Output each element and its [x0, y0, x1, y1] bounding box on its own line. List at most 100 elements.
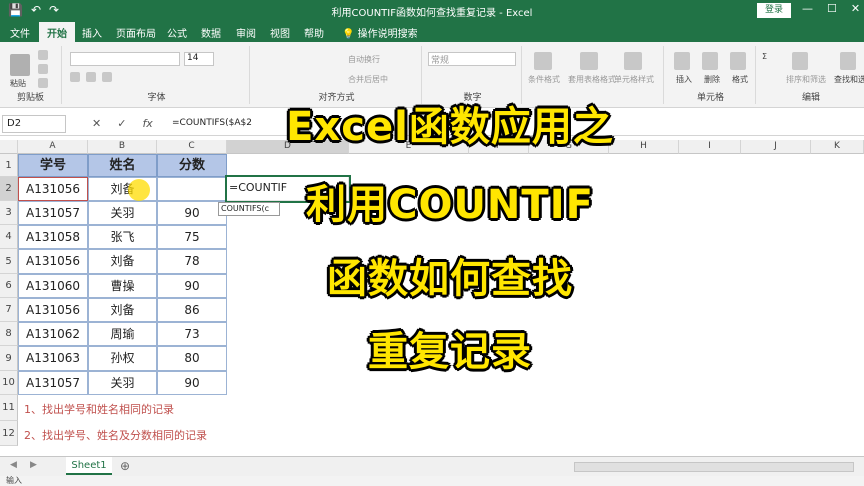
name-box[interactable]: D2 [2, 115, 66, 133]
table-cell[interactable]: 刘备 [88, 298, 157, 322]
column-header-c[interactable]: C [157, 140, 227, 154]
table-cell[interactable]: A131056 [18, 298, 88, 322]
cell-styles-icon[interactable] [624, 52, 642, 70]
table-cell[interactable]: A131056 [18, 177, 88, 201]
sum-icon[interactable]: Σ [762, 52, 767, 61]
row-header-4[interactable]: 4 [0, 225, 18, 249]
cut-icon[interactable] [38, 50, 48, 60]
table-cell[interactable]: 曹操 [88, 274, 157, 298]
table-cell[interactable]: 刘备 [88, 249, 157, 274]
row-header-5[interactable]: 5 [0, 249, 18, 274]
conditional-format-icon[interactable] [534, 52, 552, 70]
row-header-8[interactable]: 8 [0, 322, 18, 346]
column-header-a[interactable]: A [18, 140, 88, 154]
minimize-icon[interactable]: — [802, 2, 813, 15]
table-cell[interactable]: A131056 [18, 249, 88, 274]
row-header-9[interactable]: 9 [0, 346, 18, 371]
editing-group: Σ 排序和筛选 查找和选择 编辑 [758, 46, 864, 104]
copy-icon[interactable] [38, 64, 48, 74]
format-cells-icon[interactable] [730, 52, 746, 70]
ribbon-tabs: 文件 开始 插入 页面布局 公式 数据 审阅 视图 帮助 💡 操作说明搜索 [0, 22, 864, 42]
table-cell[interactable]: 张飞 [88, 225, 157, 249]
tab-home[interactable]: 开始 [39, 22, 75, 42]
wrap-text-button[interactable]: 自动换行 [348, 54, 380, 65]
cell-styles-label: 单元格样式 [614, 75, 654, 84]
editing-group-label: 编辑 [801, 93, 820, 103]
header-score[interactable]: 分数 [157, 154, 227, 177]
table-cell[interactable]: A131057 [18, 371, 88, 395]
tell-me-search[interactable]: 💡 操作说明搜索 [342, 25, 418, 40]
cancel-icon[interactable]: ✕ [92, 117, 101, 130]
horizontal-scrollbar[interactable] [574, 462, 854, 472]
tab-review[interactable]: 审阅 [236, 25, 256, 40]
format-as-table-icon[interactable] [580, 52, 598, 70]
header-student-id[interactable]: 学号 [18, 154, 88, 177]
table-cell[interactable]: A131057 [18, 201, 88, 225]
table-cell[interactable]: 90 [157, 274, 227, 298]
table-cell[interactable]: 86 [157, 298, 227, 322]
paste-icon[interactable] [10, 54, 30, 76]
row-header-6[interactable]: 6 [0, 274, 18, 298]
row-header-2[interactable]: 2 [0, 177, 18, 201]
row-header-12[interactable]: 12 [0, 421, 18, 446]
tab-data[interactable]: 数据 [201, 25, 221, 40]
table-cell[interactable]: 90 [157, 371, 227, 395]
number-format-select[interactable]: 常规 [428, 52, 516, 66]
table-cell[interactable]: 周瑜 [88, 322, 157, 346]
tab-view[interactable]: 视图 [270, 25, 290, 40]
font-size-select[interactable]: 14 [184, 52, 214, 66]
table-cell[interactable]: A131063 [18, 346, 88, 371]
table-cell[interactable]: 73 [157, 322, 227, 346]
tab-file[interactable]: 文件 [10, 25, 30, 40]
next-sheet-icon[interactable]: ▶ [30, 460, 37, 470]
insert-cells-label: 插入 [676, 75, 692, 84]
column-header-i[interactable]: I [679, 140, 741, 154]
table-cell[interactable]: A131060 [18, 274, 88, 298]
formula-bar-icons: ✕ ✓ fx [92, 117, 153, 130]
font-name-select[interactable] [70, 52, 180, 66]
row-header-3[interactable]: 3 [0, 201, 18, 225]
merge-center-button[interactable]: 合并后居中 [348, 74, 388, 85]
underline-icon[interactable] [102, 72, 112, 82]
login-button[interactable]: 登录 [757, 3, 791, 18]
add-sheet-icon[interactable]: ⊕ [120, 459, 130, 473]
close-icon[interactable]: ✕ [851, 2, 860, 15]
table-cell[interactable]: 90 [157, 201, 227, 225]
column-header-j[interactable]: J [741, 140, 811, 154]
format-painter-icon[interactable] [38, 78, 48, 88]
bold-icon[interactable] [70, 72, 80, 82]
table-cell[interactable]: A131062 [18, 322, 88, 346]
select-all-corner[interactable] [0, 140, 18, 154]
sheet-tab-sheet1[interactable]: Sheet1 [66, 457, 112, 475]
table-cell[interactable]: 关羽 [88, 371, 157, 395]
tab-insert[interactable]: 插入 [82, 25, 102, 40]
table-cell[interactable]: 78 [157, 249, 227, 274]
maximize-icon[interactable]: ☐ [827, 2, 837, 15]
row-header-1[interactable]: 1 [0, 154, 18, 177]
sort-filter-icon[interactable] [792, 52, 808, 70]
table-cell[interactable]: 75 [157, 225, 227, 249]
tab-formulas[interactable]: 公式 [167, 25, 187, 40]
find-select-icon[interactable] [840, 52, 856, 70]
note-2: 2、找出学号、姓名及分数相同的记录 [24, 429, 207, 442]
row-header-10[interactable]: 10 [0, 371, 18, 395]
header-name[interactable]: 姓名 [88, 154, 157, 177]
confirm-icon[interactable]: ✓ [117, 117, 126, 130]
table-cell[interactable]: 孙权 [88, 346, 157, 371]
fx-icon[interactable]: fx [142, 117, 152, 130]
find-select-label: 查找和选择 [834, 75, 864, 84]
italic-icon[interactable] [86, 72, 96, 82]
tab-help[interactable]: 帮助 [304, 25, 324, 40]
row-header-11[interactable]: 11 [0, 395, 18, 421]
table-cell[interactable]: A131058 [18, 225, 88, 249]
row-header-7[interactable]: 7 [0, 298, 18, 322]
insert-cells-icon[interactable] [674, 52, 690, 70]
tab-page-layout[interactable]: 页面布局 [116, 25, 156, 40]
delete-cells-icon[interactable] [702, 52, 718, 70]
table-cell[interactable] [157, 177, 227, 201]
prev-sheet-icon[interactable]: ◀ [10, 460, 17, 470]
column-header-k[interactable]: K [811, 140, 864, 154]
column-header-b[interactable]: B [88, 140, 157, 154]
table-cell[interactable]: 关羽 [88, 201, 157, 225]
table-cell[interactable]: 80 [157, 346, 227, 371]
